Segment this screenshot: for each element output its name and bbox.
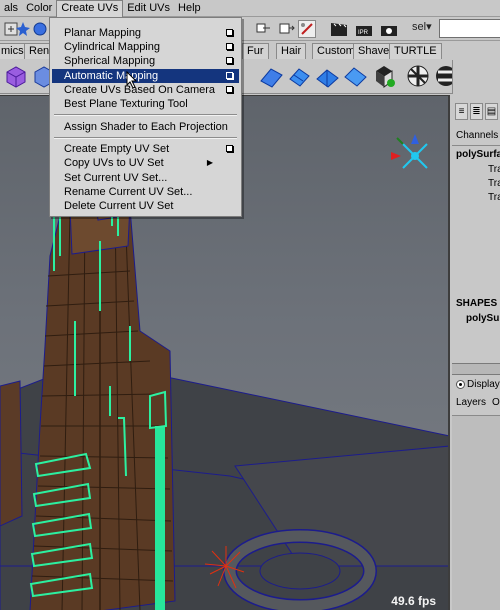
selection-mode-label: sel [412,21,427,33]
menu-item-planar-mapping[interactable]: Planar Mapping [52,26,239,40]
option-box-icon[interactable] [226,72,233,79]
move-pivot-icon[interactable] [254,20,272,38]
spherical-projection-icon[interactable] [314,63,341,90]
menu-item-create-uvs-based-on-camera[interactable]: Create UVs Based On Camera [52,83,239,97]
shape-name[interactable]: polySu [466,313,499,324]
tab-hair[interactable]: Hair [276,43,307,59]
attribute-icon[interactable]: ≣ [470,103,483,120]
menu-item-label: Set Current UV Set... [64,172,168,184]
menu-separator [54,114,237,116]
menu-item-copy-uvs-to-uv-set[interactable]: Copy UVs to UV Set ▶ [52,156,239,170]
render-clapper-icon[interactable] [330,20,348,38]
panel-divider[interactable] [452,363,500,375]
menu-item-label: Best Plane Texturing Tool [64,98,188,110]
menu-item-rename-current-uv-set[interactable]: Rename Current UV Set... [52,185,239,199]
channel-box-toolbar: ≡ ≣ ▤ [452,103,500,125]
menu-item-label: Automatic Mapping [64,70,159,82]
attribute-row[interactable]: Tra [488,164,500,175]
list-icon[interactable]: ≡ [455,103,468,120]
node-name[interactable]: polySurfa [456,149,500,160]
menu-create-uvs[interactable]: Create UVs [56,0,124,17]
menu-item-delete-current-uv-set[interactable]: Delete Current UV Set [52,199,239,213]
channel-list: polySurfa Tra Tra Tra SHAPES polySu [452,145,500,363]
option-box-icon[interactable] [226,86,233,93]
outliner-icon[interactable]: ▤ [485,103,498,120]
cube-icon[interactable] [2,63,29,90]
option-box-icon[interactable] [226,57,233,64]
menu-item-set-current-uv-set[interactable]: Set Current UV Set... [52,171,239,185]
menu-item-label: Cylindrical Mapping [64,41,160,53]
display-radio[interactable]: Display [456,379,500,390]
sphere-icon[interactable] [31,20,49,38]
connect-icon[interactable] [278,20,296,38]
option-box-icon[interactable] [226,29,233,36]
option-box-icon[interactable] [226,145,233,152]
menu-item-label: Rename Current UV Set... [64,186,193,198]
menu-item-automatic-mapping[interactable]: Automatic Mapping [52,69,239,83]
tab-turtle[interactable]: TURTLE [389,43,442,59]
main-menubar: als Color Create UVs Edit UVs Help [0,0,500,17]
ipr-render-icon[interactable]: IPR [355,20,373,38]
shapes-header: SHAPES [456,298,498,309]
menu-item-label: Create UVs Based On Camera [64,84,216,96]
menu-item-label: Spherical Mapping [64,55,156,67]
options-menu[interactable]: O [492,397,500,408]
channel-box-panel: ≡ ≣ ▤ Channels polySurfa Tra Tra Tra SHA… [452,95,500,610]
cylindrical-projection-icon[interactable] [286,63,313,90]
radio-button-icon[interactable] [456,380,465,389]
option-box-icon[interactable] [226,43,233,50]
menu-item-label: Assign Shader to Each Projection [64,121,228,133]
menu-item-label: Planar Mapping [64,27,142,39]
submenu-arrow-icon: ▶ [206,158,213,167]
create-uvs-menu: Planar Mapping Cylindrical Mapping Spher… [49,17,242,217]
fps-readout: 49.6 fps [391,594,436,608]
mouse-pointer-icon [126,70,138,89]
menu-help[interactable]: Help [174,0,205,17]
attribute-row[interactable]: Tra [488,178,500,189]
menu-edit-uvs[interactable]: Edit UVs [123,0,174,17]
menu-materials[interactable]: als [0,0,22,17]
layer-list [452,415,500,610]
planar-projection-icon[interactable] [258,63,285,90]
magnet-snap-icon[interactable] [298,20,316,38]
svg-text:IPR: IPR [358,30,369,36]
layers-menu-row: Layers O [456,397,500,408]
shelf-right-edge [452,60,500,94]
menu-item-label: Delete Current UV Set [64,200,174,212]
menu-item-best-plane-texturing-tool[interactable]: Best Plane Texturing Tool [52,97,239,111]
menu-item-create-empty-uv-set[interactable]: Create Empty UV Set [52,142,239,156]
layers-menu[interactable]: Layers [456,397,486,408]
tab-fur[interactable]: Fur [242,43,269,59]
chevron-down-icon: ▾ [426,21,432,33]
menu-separator [54,137,237,139]
star-snap-icon[interactable] [14,20,32,38]
attribute-row[interactable]: Tra [488,192,500,203]
menu-item-label: Create Empty UV Set [64,143,170,155]
automatic-projection-icon[interactable] [342,63,369,90]
render-settings-icon[interactable] [380,20,398,38]
menu-item-label: Copy UVs to UV Set [64,157,164,169]
menu-item-cylindrical-mapping[interactable]: Cylindrical Mapping [52,40,239,54]
selection-mode-field[interactable]: sel▾ [410,19,434,38]
display-label: Display [467,379,500,390]
menu-item-spherical-mapping[interactable]: Spherical Mapping [52,54,239,68]
channels-menu[interactable]: Channels [456,130,498,141]
quick-select-input[interactable] [439,19,500,38]
menu-item-assign-shader-to-each-projection[interactable]: Assign Shader to Each Projection [52,120,239,134]
menu-color[interactable]: Color [22,0,56,17]
checker-sphere-icon[interactable] [372,63,399,90]
checker-sphere-2-icon[interactable] [405,63,432,90]
